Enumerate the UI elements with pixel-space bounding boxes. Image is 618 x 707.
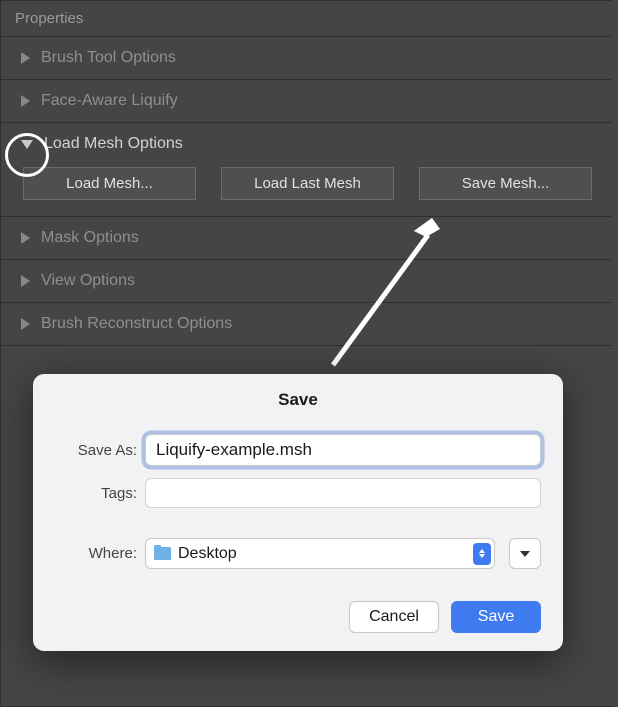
chevron-down-icon <box>21 140 33 149</box>
section-brush-tool-options[interactable]: Brush Tool Options <box>1 37 612 80</box>
save-mesh-button[interactable]: Save Mesh... <box>419 167 592 200</box>
save-button[interactable]: Save <box>451 601 541 633</box>
section-brush-reconstruct-options[interactable]: Brush Reconstruct Options <box>1 303 612 346</box>
section-view-options[interactable]: View Options <box>1 260 612 303</box>
chevron-right-icon <box>21 52 30 64</box>
section-label: Mask Options <box>41 229 139 247</box>
section-header[interactable]: Load Mesh Options <box>21 135 592 153</box>
expand-button[interactable] <box>509 538 541 569</box>
folder-icon <box>154 547 171 560</box>
section-label: Load Mesh Options <box>44 135 183 153</box>
where-select[interactable]: Desktop <box>145 538 495 569</box>
where-row: Where: Desktop <box>33 532 563 575</box>
dialog-title: Save <box>33 374 563 428</box>
stepper-icon <box>473 543 491 565</box>
save-as-input[interactable] <box>145 434 541 466</box>
panel-title: Properties <box>1 1 612 37</box>
save-as-row: Save As: <box>33 428 563 472</box>
section-load-mesh-options: Load Mesh Options Load Mesh... Load Last… <box>1 123 612 217</box>
save-dialog: Save Save As: Tags: Where: Desktop Cance… <box>33 374 563 651</box>
mesh-button-row: Load Mesh... Load Last Mesh Save Mesh... <box>21 167 592 200</box>
section-label: Brush Tool Options <box>41 49 176 67</box>
where-value: Desktop <box>178 545 466 563</box>
chevron-right-icon <box>21 232 30 244</box>
section-mask-options[interactable]: Mask Options <box>1 217 612 260</box>
chevron-down-icon <box>520 551 530 557</box>
tags-label: Tags: <box>55 485 137 502</box>
section-label: Face-Aware Liquify <box>41 92 178 110</box>
dialog-actions: Cancel Save <box>33 575 563 633</box>
load-last-mesh-button[interactable]: Load Last Mesh <box>221 167 394 200</box>
section-face-aware-liquify[interactable]: Face-Aware Liquify <box>1 80 612 123</box>
section-label: View Options <box>41 272 135 290</box>
where-label: Where: <box>55 545 137 562</box>
tags-row: Tags: <box>33 472 563 514</box>
section-label: Brush Reconstruct Options <box>41 315 232 333</box>
tags-input[interactable] <box>145 478 541 508</box>
chevron-right-icon <box>21 95 30 107</box>
save-as-label: Save As: <box>55 442 137 459</box>
chevron-right-icon <box>21 318 30 330</box>
load-mesh-button[interactable]: Load Mesh... <box>23 167 196 200</box>
cancel-button[interactable]: Cancel <box>349 601 439 633</box>
chevron-right-icon <box>21 275 30 287</box>
